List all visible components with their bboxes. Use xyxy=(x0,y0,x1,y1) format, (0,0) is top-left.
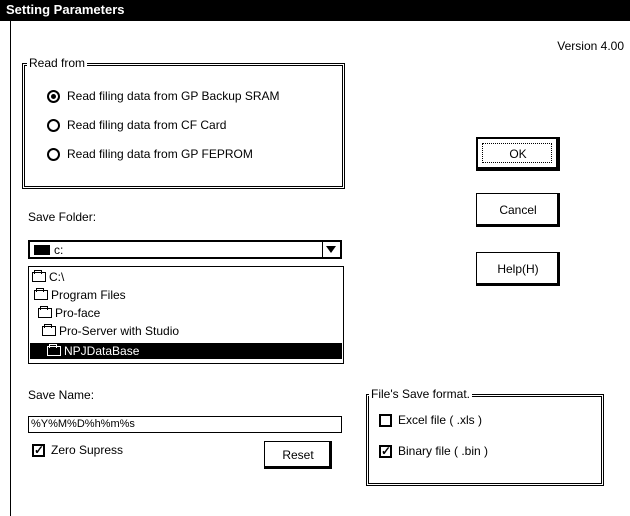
folder-item-npjdatabase[interactable]: NPJDataBase xyxy=(30,343,342,359)
folder-open-icon xyxy=(38,306,52,318)
radio-backup-sram-indicator[interactable] xyxy=(47,89,60,103)
folder-item-label: C:\ xyxy=(49,270,65,284)
folder-item-pro-server[interactable]: Pro-Server with Studio xyxy=(42,323,179,339)
zero-supress-label: Zero Supress xyxy=(51,443,124,457)
folder-open-icon xyxy=(42,324,56,336)
excel-file-checkbox-row[interactable]: Excel file ( .xls ) xyxy=(379,411,482,429)
cancel-button-label: Cancel xyxy=(499,203,537,217)
save-folder-label: Save Folder: xyxy=(28,210,97,224)
folder-item-program-files[interactable]: Program Files xyxy=(34,287,126,303)
folder-open-icon xyxy=(47,344,61,356)
save-format-group: File's Save format. Excel file ( .xls ) … xyxy=(366,387,604,486)
radio-backup-sram[interactable]: Read filing data from GP Backup SRAM xyxy=(47,86,280,106)
window-left-border xyxy=(10,21,11,516)
title-bar: Setting Parameters xyxy=(0,0,630,21)
folder-open-icon xyxy=(32,270,46,282)
drive-value: c: xyxy=(54,243,64,257)
folder-item-label: Program Files xyxy=(51,288,126,302)
cancel-button[interactable]: Cancel xyxy=(476,193,560,227)
version-label: Version 4.00 xyxy=(557,39,624,53)
help-button-label: Help(H) xyxy=(497,262,539,276)
folder-item-label: NPJDataBase xyxy=(64,344,140,358)
radio-feprom[interactable]: Read filing data from GP FEPROM xyxy=(47,144,253,164)
drive-select[interactable]: c: xyxy=(28,240,342,259)
window-title: Setting Parameters xyxy=(6,2,125,17)
binary-file-checkbox[interactable] xyxy=(379,444,392,458)
radio-cf-card-label: Read filing data from CF Card xyxy=(67,118,227,132)
folder-item-label: Pro-Server with Studio xyxy=(59,324,180,338)
read-from-legend: Read from xyxy=(27,56,88,70)
drive-icon xyxy=(34,245,50,255)
save-format-legend: File's Save format. xyxy=(369,387,472,401)
excel-file-checkbox[interactable] xyxy=(379,413,392,427)
folder-list[interactable]: C:\ Program Files Pro-face Pro-Server wi… xyxy=(28,266,344,364)
radio-backup-sram-label: Read filing data from GP Backup SRAM xyxy=(67,89,280,103)
drive-display: c: xyxy=(34,243,63,257)
radio-feprom-indicator[interactable] xyxy=(47,147,60,161)
ok-button[interactable]: OK xyxy=(476,137,560,171)
save-name-label: Save Name: xyxy=(28,388,95,402)
folder-open-icon xyxy=(34,288,48,300)
radio-cf-card[interactable]: Read filing data from CF Card xyxy=(47,115,226,135)
radio-cf-card-indicator[interactable] xyxy=(47,118,60,132)
zero-supress-checkbox-row[interactable]: Zero Supress xyxy=(32,441,123,459)
dropdown-arrow-icon[interactable] xyxy=(322,242,340,257)
ok-focus-rect xyxy=(482,143,552,163)
read-from-group: Read from Read filing data from GP Backu… xyxy=(22,56,345,189)
radio-feprom-label: Read filing data from GP FEPROM xyxy=(67,147,253,161)
zero-supress-checkbox[interactable] xyxy=(32,443,45,457)
binary-file-label: Binary file ( .bin ) xyxy=(398,444,489,458)
binary-file-checkbox-row[interactable]: Binary file ( .bin ) xyxy=(379,442,488,460)
excel-file-label: Excel file ( .xls ) xyxy=(398,413,483,427)
folder-item-pro-face[interactable]: Pro-face xyxy=(38,305,100,321)
save-name-input[interactable]: %Y%M%D%h%m%s xyxy=(28,416,342,433)
setting-parameters-dialog: Setting Parameters Version 4.00 Read fro… xyxy=(0,0,630,516)
folder-item-label: Pro-face xyxy=(55,306,101,320)
help-button[interactable]: Help(H) xyxy=(476,252,560,286)
reset-button-label: Reset xyxy=(282,448,314,462)
folder-item-c-root[interactable]: C:\ xyxy=(32,269,64,285)
reset-button[interactable]: Reset xyxy=(264,441,332,469)
